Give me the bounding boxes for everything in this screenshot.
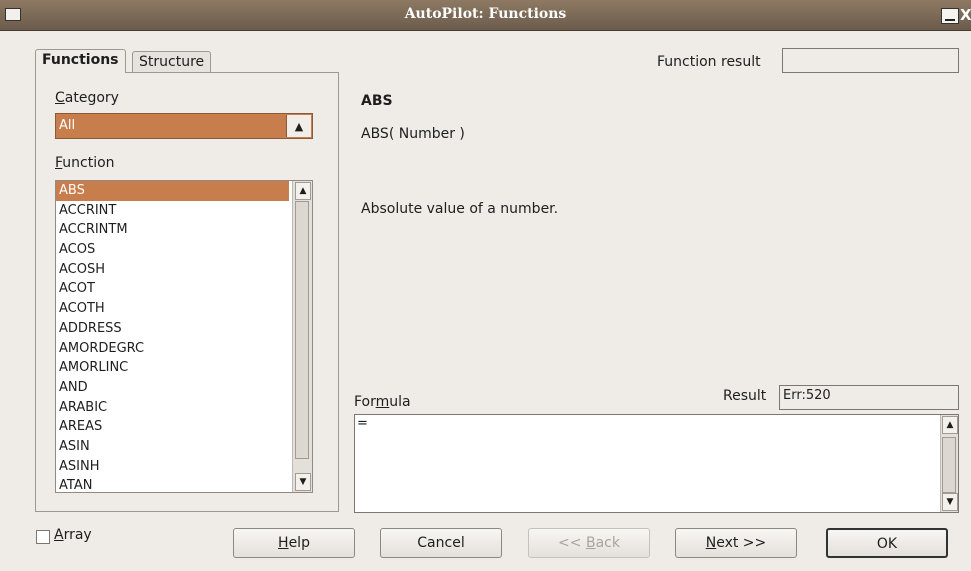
back-button[interactable]: << Back xyxy=(528,528,650,558)
functions-panel: Category All ▲ Function ABS ACCRINT ACCRIN… xyxy=(35,72,339,512)
function-list-item[interactable]: ACCRINT xyxy=(56,201,289,221)
array-label: Array xyxy=(54,527,92,543)
category-label: Category xyxy=(55,90,119,106)
function-list-item[interactable]: AND xyxy=(56,378,289,398)
category-select[interactable]: All ▲ xyxy=(55,113,313,139)
next-button[interactable]: Next >> xyxy=(675,528,797,558)
formula-label: Formula xyxy=(354,394,411,410)
help-button[interactable]: Help xyxy=(233,528,355,558)
formula-editor[interactable]: = ▲ ▼ xyxy=(354,414,959,513)
function-list-item[interactable]: ACOTH xyxy=(56,299,289,319)
function-list-item[interactable]: ACOT xyxy=(56,279,289,299)
formula-scroll-down-icon[interactable]: ▼ xyxy=(942,493,958,511)
updown-arrows-icon[interactable]: ▲ xyxy=(286,115,311,137)
window-title: AutoPilot: Functions xyxy=(404,6,567,22)
tab-functions[interactable]: Functions xyxy=(35,49,126,73)
minimize-button[interactable] xyxy=(941,8,959,24)
function-list-item[interactable]: ADDRESS xyxy=(56,319,289,339)
function-list-item[interactable]: ATAN xyxy=(56,476,289,492)
formula-scrollbar[interactable]: ▲ ▼ xyxy=(940,415,958,512)
formula-scroll-thumb[interactable] xyxy=(942,437,956,493)
ok-button[interactable]: OK xyxy=(826,528,948,558)
function-list-item[interactable]: AMORLINC xyxy=(56,358,289,378)
function-list[interactable]: ABS ACCRINT ACCRINTM ACOS ACOSH ACOT ACOTH ADDR… xyxy=(55,180,313,493)
function-list-scrollbar[interactable]: ▲ ▼ xyxy=(292,181,312,492)
function-list-item[interactable]: ASIN xyxy=(56,437,289,457)
function-list-item[interactable]: ABS xyxy=(56,181,289,201)
function-list-item[interactable]: ASINH xyxy=(56,457,289,477)
array-checkbox[interactable] xyxy=(36,530,50,544)
function-result-field xyxy=(782,48,959,73)
function-list-item[interactable]: ARABIC xyxy=(56,398,289,418)
function-name: ABS xyxy=(361,93,393,109)
close-button[interactable]: X xyxy=(960,6,971,24)
tab-structure[interactable]: Structure xyxy=(132,51,212,73)
function-list-item[interactable]: ACOSH xyxy=(56,260,289,280)
function-list-item[interactable]: AREAS xyxy=(56,417,289,437)
cancel-button[interactable]: Cancel xyxy=(380,528,502,558)
function-syntax: ABS( Number ) xyxy=(361,126,465,142)
title-bar: AutoPilot: Functions X xyxy=(0,0,971,31)
function-description: Absolute value of a number. xyxy=(361,201,559,217)
function-result-label: Function result xyxy=(657,54,761,70)
category-value: All xyxy=(59,118,76,133)
function-list-item[interactable]: ACOS xyxy=(56,240,289,260)
result-field: Err:520 xyxy=(779,385,959,410)
formula-scroll-up-icon[interactable]: ▲ xyxy=(942,416,958,434)
scroll-down-icon[interactable]: ▼ xyxy=(295,473,311,491)
result-label: Result xyxy=(723,388,767,404)
scroll-up-icon[interactable]: ▲ xyxy=(295,182,311,200)
formula-value: = xyxy=(357,416,368,431)
function-label: Function xyxy=(55,155,115,171)
function-list-item[interactable]: ACCRINTM xyxy=(56,220,289,240)
scroll-thumb[interactable] xyxy=(295,201,309,459)
function-list-item[interactable]: AMORDEGRC xyxy=(56,339,289,359)
